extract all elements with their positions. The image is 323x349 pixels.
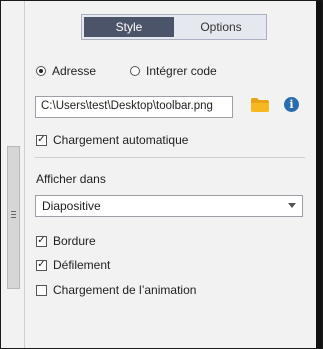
- checkbox-bordure[interactable]: ✓ Bordure: [36, 234, 96, 248]
- checkbox-chargement-animation-label: Chargement de l’animation: [53, 283, 197, 297]
- radio-button[interactable]: [130, 66, 140, 76]
- display-in-value: Diapositive: [42, 199, 101, 213]
- radio-adresse[interactable]: Adresse: [36, 64, 96, 78]
- panel-resize-handle[interactable]: [7, 146, 20, 289]
- file-path-input[interactable]: C:\Users\test\Desktop\toolbar.png: [35, 96, 233, 118]
- checkbox-box[interactable]: ✓: [36, 259, 47, 271]
- tab-options[interactable]: Options: [176, 15, 266, 39]
- checkbox-chargement-animation[interactable]: Chargement de l’animation: [36, 283, 196, 297]
- radio-button[interactable]: [36, 66, 46, 76]
- info-icon[interactable]: i: [284, 97, 299, 112]
- tab-bar: Style Options: [81, 14, 267, 40]
- folder-icon[interactable]: [251, 98, 269, 112]
- scrollbar[interactable]: [316, 1, 322, 348]
- chevron-down-icon: [288, 203, 296, 208]
- checkbox-box[interactable]: [36, 284, 47, 296]
- radio-adresse-label: Adresse: [52, 64, 97, 78]
- properties-panel: Style Options Adresse Intégrer code C:\U…: [0, 0, 323, 349]
- checkbox-box[interactable]: ✓: [36, 134, 47, 146]
- checkbox-box[interactable]: ✓: [36, 235, 47, 247]
- radio-integrer-code[interactable]: Intégrer code: [130, 64, 217, 78]
- checkbox-auto-load-label: Chargement automatique: [53, 133, 189, 147]
- display-in-label: Afficher dans: [36, 172, 106, 186]
- checkbox-auto-load[interactable]: ✓ Chargement automatique: [36, 133, 188, 147]
- section-divider: [35, 157, 305, 158]
- display-in-select[interactable]: Diapositive: [35, 195, 303, 217]
- radio-integrer-label: Intégrer code: [146, 64, 217, 78]
- checkbox-defilement-label: Défilement: [53, 258, 111, 272]
- checkbox-bordure-label: Bordure: [53, 234, 96, 248]
- tab-style[interactable]: Style: [84, 17, 174, 37]
- checkbox-defilement[interactable]: ✓ Défilement: [36, 258, 110, 272]
- grip-icon: [11, 211, 16, 218]
- panel-edge: [24, 1, 25, 348]
